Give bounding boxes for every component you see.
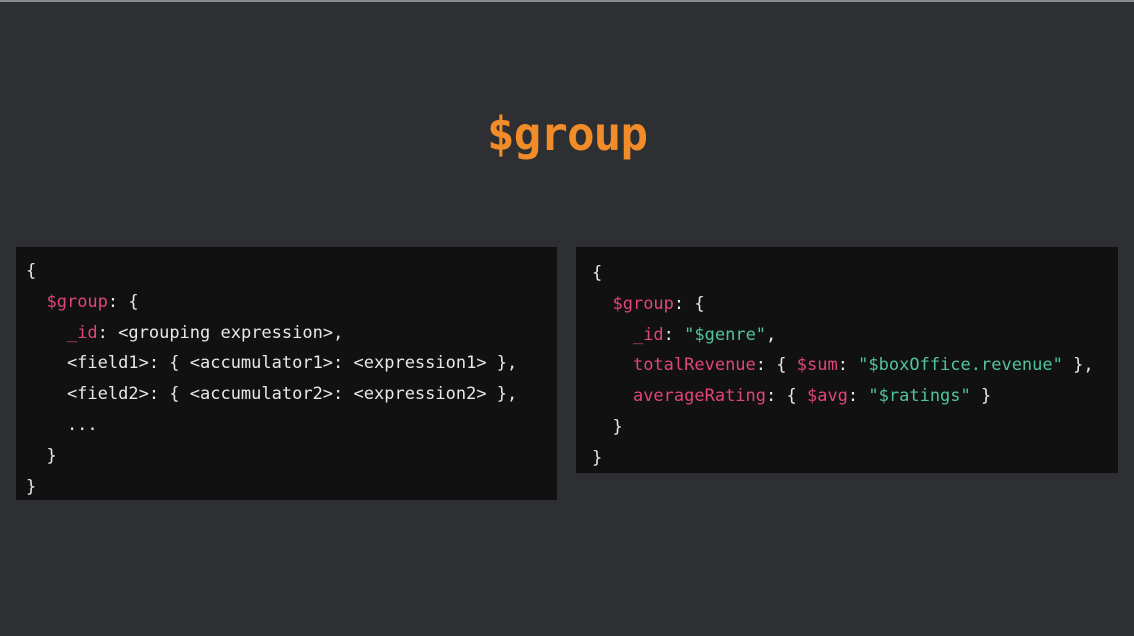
code-keyword: $sum bbox=[796, 355, 838, 376]
code-text: : { bbox=[107, 291, 139, 312]
code-line: averageRating: { $avg: "$ratings" } bbox=[592, 381, 1118, 412]
code-text: : bbox=[663, 324, 685, 345]
code-text: } bbox=[592, 447, 603, 468]
code-line: $group: { bbox=[592, 289, 1118, 320]
code-text: ... bbox=[26, 414, 98, 435]
example-code-block: { $group: { _id: "$genre", totalRevenue:… bbox=[576, 247, 1118, 473]
code-string: "$ratings" bbox=[868, 386, 971, 407]
code-text: }, bbox=[1062, 355, 1094, 376]
code-line: } bbox=[26, 441, 557, 472]
code-keyword: $group bbox=[612, 293, 674, 314]
code-keyword: totalRevenue bbox=[632, 355, 756, 376]
code-line: } bbox=[26, 472, 557, 500]
code-keyword: _id bbox=[66, 322, 98, 343]
code-string: "$boxOffice.revenue" bbox=[858, 355, 1063, 376]
code-text: : { bbox=[755, 355, 797, 376]
code-line: _id: "$genre", bbox=[592, 320, 1118, 351]
code-line: _id: <grouping expression>, bbox=[26, 318, 557, 349]
code-line: { bbox=[26, 256, 557, 287]
top-border bbox=[0, 0, 1134, 2]
code-line: ... bbox=[26, 410, 557, 441]
code-text: : bbox=[847, 386, 869, 407]
code-keyword: averageRating bbox=[632, 386, 767, 407]
code-keyword: $group bbox=[46, 291, 108, 312]
code-keyword: $avg bbox=[806, 386, 848, 407]
code-text: } bbox=[26, 445, 57, 466]
code-text: } bbox=[592, 416, 623, 437]
code-text: : bbox=[837, 355, 859, 376]
example-code-lines: { $group: { _id: "$genre", totalRevenue:… bbox=[592, 258, 1118, 473]
code-text: { bbox=[592, 263, 603, 283]
code-line: } bbox=[592, 443, 1118, 473]
slide-title: $group bbox=[486, 107, 648, 161]
code-line: <field2>: { <accumulator2>: <expression2… bbox=[26, 379, 557, 410]
code-keyword: _id bbox=[632, 324, 664, 345]
code-string: "$genre" bbox=[684, 324, 767, 345]
code-text: : <grouping expression>, bbox=[97, 322, 344, 343]
code-text: , bbox=[766, 324, 777, 345]
code-text: <field2>: { <accumulator2>: <expression2… bbox=[26, 384, 518, 405]
code-text: } bbox=[26, 476, 37, 497]
syntax-code-lines: { $group: { _id: <grouping expression>, … bbox=[26, 256, 557, 500]
code-text: : { bbox=[766, 386, 807, 407]
code-line: totalRevenue: { $sum: "$boxOffice.revenu… bbox=[592, 350, 1118, 381]
code-line: <field1>: { <accumulator1>: <expression1… bbox=[26, 348, 557, 379]
code-text: { bbox=[26, 261, 37, 281]
syntax-code-block: { $group: { _id: <grouping expression>, … bbox=[16, 247, 557, 500]
code-line: } bbox=[592, 412, 1118, 443]
code-line: $group: { bbox=[26, 287, 557, 318]
code-text: } bbox=[970, 386, 992, 407]
code-text: <field1>: { <accumulator1>: <expression1… bbox=[26, 353, 518, 374]
code-line: { bbox=[592, 258, 1118, 289]
code-text: : { bbox=[673, 293, 705, 314]
